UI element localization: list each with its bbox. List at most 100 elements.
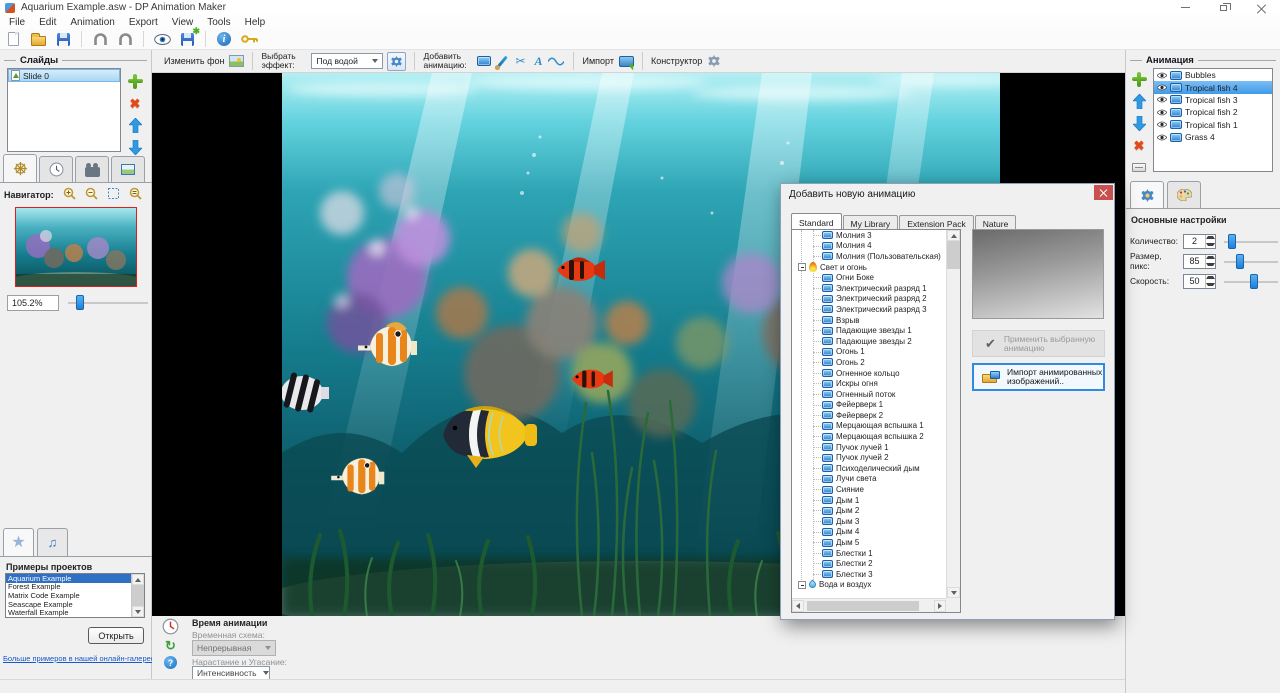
scroll-left-arrow[interactable] bbox=[792, 600, 804, 612]
scroll-thumb[interactable] bbox=[807, 601, 919, 611]
tree-vertical-scrollbar[interactable] bbox=[946, 230, 960, 598]
move-slide-down-button[interactable] bbox=[126, 136, 144, 158]
online-gallery-link[interactable]: Больше примеров в нашей онлайн-галерее bbox=[3, 654, 151, 663]
animation-item[interactable]: Tropical fish 2 bbox=[1154, 106, 1272, 118]
slider-thumb[interactable] bbox=[1228, 234, 1236, 249]
animation-tree[interactable]: Молния 3 Молния 4 Молния (Пользовательск… bbox=[792, 230, 946, 598]
visibility-eye-icon[interactable] bbox=[1157, 109, 1167, 116]
animation-item[interactable]: Tropical fish 4 bbox=[1154, 81, 1272, 93]
tab-basic-settings[interactable] bbox=[1130, 181, 1164, 208]
value-spinner[interactable]: 2 bbox=[1183, 234, 1216, 249]
open-example-button[interactable]: Открыть bbox=[88, 627, 144, 644]
tree-item[interactable]: Дым 2 bbox=[792, 505, 946, 516]
scroll-up-arrow[interactable] bbox=[132, 574, 144, 585]
rename-animation-button[interactable] bbox=[1130, 156, 1148, 178]
move-animation-down-button[interactable] bbox=[1130, 112, 1148, 134]
menu-item[interactable]: Edit bbox=[32, 17, 63, 28]
add-image-animation-button[interactable] bbox=[475, 52, 493, 70]
tree-item[interactable]: Искры огня bbox=[792, 378, 946, 389]
open-project-button[interactable] bbox=[29, 30, 47, 48]
spin-down-button[interactable] bbox=[1206, 241, 1215, 248]
close-button[interactable] bbox=[1242, 0, 1280, 15]
new-project-button[interactable] bbox=[4, 30, 22, 48]
animation-item[interactable]: Tropical fish 3 bbox=[1154, 94, 1272, 106]
add-animation-button[interactable] bbox=[1130, 68, 1148, 90]
tree-item[interactable]: Мерцающая вспышка 2 bbox=[792, 431, 946, 442]
import-icon[interactable] bbox=[619, 56, 634, 67]
effect-select[interactable]: Под водой bbox=[311, 53, 383, 69]
scroll-down-arrow[interactable] bbox=[132, 606, 144, 617]
import-button[interactable]: Импорт bbox=[582, 56, 613, 66]
undo-button[interactable] bbox=[91, 30, 109, 48]
slide-item[interactable]: Slide 0 bbox=[8, 69, 120, 82]
animation-item[interactable]: Bubbles bbox=[1154, 69, 1272, 81]
add-cut-animation-button[interactable]: ✂ bbox=[511, 52, 529, 70]
tree-item[interactable]: Молния 3 bbox=[792, 230, 946, 241]
add-slide-button[interactable] bbox=[126, 70, 144, 92]
tree-item[interactable]: Падающие звезды 2 bbox=[792, 336, 946, 347]
about-button[interactable]: i bbox=[215, 30, 233, 48]
animation-list[interactable]: Bubbles Tropical fish 4 Tropical fish 3 … bbox=[1153, 68, 1273, 172]
zoom-fit-button[interactable] bbox=[107, 187, 120, 202]
constructor-gear-icon[interactable] bbox=[707, 54, 721, 68]
fade-select[interactable]: Интенсивность bbox=[192, 666, 270, 680]
tree-item[interactable]: Пучок лучей 1 bbox=[792, 442, 946, 453]
scroll-up-arrow[interactable] bbox=[947, 230, 960, 241]
save-project-button[interactable] bbox=[54, 30, 72, 48]
move-animation-up-button[interactable] bbox=[1130, 90, 1148, 112]
tree-item[interactable]: Дым 4 bbox=[792, 527, 946, 538]
example-item[interactable]: Aquarium Example bbox=[6, 574, 131, 583]
example-item[interactable]: Seascape Example bbox=[6, 600, 131, 609]
tree-item[interactable]: Электрический разряд 2 bbox=[792, 294, 946, 305]
navigator-thumbnail[interactable] bbox=[15, 207, 137, 287]
tree-item[interactable]: Огненный поток bbox=[792, 389, 946, 400]
tree-item[interactable]: Молния 4 bbox=[792, 241, 946, 252]
scroll-thumb[interactable] bbox=[947, 241, 960, 269]
add-wave-animation-button[interactable] bbox=[547, 52, 565, 70]
tree-item[interactable]: Фейерверк 2 bbox=[792, 410, 946, 421]
menu-item[interactable]: Help bbox=[238, 17, 273, 28]
dialog-close-button[interactable] bbox=[1094, 185, 1113, 200]
tree-item[interactable]: Свет и огонь bbox=[792, 262, 946, 273]
scroll-thumb[interactable] bbox=[132, 585, 144, 606]
tab-color-settings[interactable] bbox=[1167, 181, 1201, 208]
animation-item[interactable]: Grass 4 bbox=[1154, 131, 1272, 143]
tree-item[interactable]: Падающие звезды 1 bbox=[792, 325, 946, 336]
add-text-animation-button[interactable]: A bbox=[529, 52, 547, 70]
menu-item[interactable]: File bbox=[2, 17, 32, 28]
refresh-icon[interactable]: ↻ bbox=[165, 639, 176, 652]
visibility-eye-icon[interactable] bbox=[1157, 84, 1167, 91]
zoom-out-button[interactable] bbox=[85, 187, 98, 202]
zoom-in-button[interactable] bbox=[63, 187, 76, 202]
slider-thumb[interactable] bbox=[1250, 274, 1258, 289]
menu-item[interactable]: Tools bbox=[200, 17, 237, 28]
tree-item[interactable]: Блестки 2 bbox=[792, 558, 946, 569]
activation-button[interactable] bbox=[240, 30, 258, 48]
tree-item[interactable]: Пучок лучей 2 bbox=[792, 452, 946, 463]
tree-item[interactable]: Блестки 1 bbox=[792, 548, 946, 559]
delete-animation-button[interactable]: ✖ bbox=[1130, 134, 1148, 156]
examples-scrollbar[interactable] bbox=[131, 574, 144, 617]
scroll-right-arrow[interactable] bbox=[934, 600, 946, 612]
examples-list[interactable]: Aquarium Example Forest Example Matrix C… bbox=[6, 574, 131, 617]
redo-button[interactable] bbox=[116, 30, 134, 48]
zoom-100-button[interactable] bbox=[129, 187, 142, 202]
example-item[interactable]: Waterfall Example bbox=[6, 608, 131, 617]
import-animated-images-button[interactable]: Импорт анимированных изображений.. bbox=[972, 363, 1105, 391]
preview-button[interactable] bbox=[153, 30, 171, 48]
move-slide-up-button[interactable] bbox=[126, 114, 144, 136]
tab-examples[interactable]: ★ bbox=[3, 528, 34, 556]
tree-item[interactable]: Огонь 2 bbox=[792, 357, 946, 368]
zoom-slider[interactable] bbox=[68, 295, 148, 311]
tab-timing[interactable] bbox=[39, 156, 73, 182]
setting-slider[interactable] bbox=[1224, 234, 1278, 249]
tree-item[interactable]: Огни Боке bbox=[792, 272, 946, 283]
constructor-button[interactable]: Конструктор bbox=[651, 56, 702, 66]
scroll-down-arrow[interactable] bbox=[947, 587, 960, 598]
tree-item[interactable]: Огонь 1 bbox=[792, 347, 946, 358]
delete-slide-button[interactable]: ✖ bbox=[126, 92, 144, 114]
slider-thumb[interactable] bbox=[1236, 254, 1244, 269]
tree-item[interactable]: Лучи света bbox=[792, 474, 946, 485]
spin-down-button[interactable] bbox=[1206, 261, 1215, 268]
tree-item[interactable]: Мерцающая вспышка 1 bbox=[792, 421, 946, 432]
